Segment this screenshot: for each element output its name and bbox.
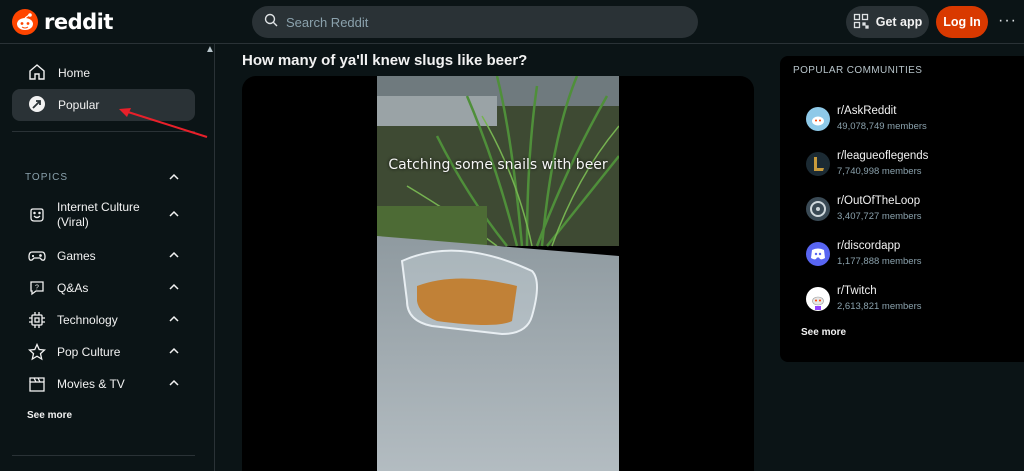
post-media[interactable]: Catching some snails with beer	[242, 76, 754, 471]
see-more-communities-link[interactable]: See more	[801, 327, 846, 338]
divider	[12, 455, 195, 456]
star-icon	[28, 343, 46, 361]
community-name: r/Twitch	[837, 285, 877, 297]
sidebar-item-label: Popular	[58, 98, 100, 112]
topic-label: Games	[57, 248, 96, 263]
divider	[12, 131, 195, 132]
search-icon	[264, 13, 278, 32]
post-title[interactable]: How many of ya'll knew slugs like beer?	[242, 52, 527, 69]
sidebar-item-home[interactable]: Home	[12, 57, 195, 89]
top-bar: reddit Get app Log In ···	[0, 0, 1024, 44]
post-video[interactable]: Catching some snails with beer	[377, 76, 619, 471]
community-members: 3,407,727 members	[837, 211, 922, 222]
topic-technology[interactable]: Technology	[28, 311, 188, 329]
login-button[interactable]: Log In	[936, 6, 988, 38]
left-sidebar: ▲ Home Popular TOPICS Internet Culture (…	[0, 44, 215, 471]
topics-heading: TOPICS	[25, 172, 69, 183]
community-item[interactable]: r/OutOfTheLoop 3,407,727 members	[806, 195, 1006, 225]
topic-label: Movies & TV	[57, 376, 125, 391]
community-members: 1,177,888 members	[837, 256, 922, 267]
topic-label: Internet Culture (Viral)	[57, 200, 140, 229]
chevron-up-icon[interactable]	[168, 345, 180, 360]
brand-name: reddit	[44, 10, 113, 34]
popular-communities-panel: POPULAR COMMUNITIES r/AskReddit 49,078,7…	[780, 56, 1024, 362]
community-name: r/leagueoflegends	[837, 150, 929, 162]
community-item[interactable]: r/AskReddit 49,078,749 members	[806, 105, 1006, 135]
community-item[interactable]: r/leagueoflegends 7,740,998 members	[806, 150, 1006, 180]
askreddit-avatar	[806, 107, 830, 131]
topic-games[interactable]: Games	[28, 247, 188, 265]
collapse-sidebar-icon[interactable]: ▲	[205, 44, 215, 55]
community-members: 7,740,998 members	[837, 166, 922, 177]
video-caption: Catching some snails with beer	[388, 157, 608, 173]
chevron-up-icon[interactable]	[168, 208, 180, 223]
chevron-up-icon[interactable]	[168, 170, 180, 188]
chevron-up-icon[interactable]	[168, 377, 180, 392]
search-bar[interactable]	[252, 6, 698, 38]
topic-internet-culture[interactable]: Internet Culture (Viral)	[28, 200, 188, 230]
topic-movies-tv[interactable]: Movies & TV	[28, 375, 188, 393]
video-frame	[377, 76, 619, 471]
community-item[interactable]: r/discordapp 1,177,888 members	[806, 240, 1006, 270]
community-members: 49,078,749 members	[837, 121, 927, 132]
leagueoflegends-avatar	[806, 152, 830, 176]
community-name: r/AskReddit	[837, 105, 897, 117]
discordapp-avatar	[806, 242, 830, 266]
topic-label: Technology	[57, 312, 118, 327]
topic-label: Q&As	[57, 280, 89, 295]
chip-icon	[28, 311, 46, 329]
topic-pop-culture[interactable]: Pop Culture	[28, 343, 188, 361]
get-app-label: Get app	[875, 15, 923, 29]
topic-label: Pop Culture	[57, 344, 121, 359]
community-item[interactable]: r/Twitch 2,613,821 members	[806, 285, 1006, 315]
clapper-icon	[28, 375, 46, 393]
sidebar-item-label: Home	[58, 66, 91, 80]
svg-text:?: ?	[35, 285, 39, 292]
home-icon	[28, 63, 46, 84]
chevron-up-icon[interactable]	[168, 281, 180, 296]
community-name: r/OutOfTheLoop	[837, 195, 921, 207]
search-input[interactable]	[286, 14, 666, 30]
outoftheloop-avatar	[806, 197, 830, 221]
reddit-snoo-icon	[12, 9, 38, 35]
reddit-logo[interactable]: reddit	[12, 9, 113, 35]
popular-communities-heading: POPULAR COMMUNITIES	[793, 65, 923, 76]
twitch-avatar	[806, 287, 830, 311]
community-members: 2,613,821 members	[837, 301, 922, 312]
qa-icon: ?	[28, 279, 46, 297]
chevron-up-icon[interactable]	[168, 313, 180, 328]
sidebar-item-popular[interactable]: Popular	[12, 89, 195, 121]
topic-qas[interactable]: ? Q&As	[28, 279, 188, 297]
get-app-button[interactable]: Get app	[846, 6, 929, 38]
community-name: r/discordapp	[837, 240, 901, 252]
gamepad-icon	[28, 247, 46, 265]
more-options-icon[interactable]: ···	[998, 12, 1017, 30]
qr-code-icon	[853, 13, 869, 32]
popular-icon	[28, 95, 46, 116]
see-more-topics-link[interactable]: See more	[27, 410, 72, 421]
smile-icon	[28, 206, 46, 224]
chevron-up-icon[interactable]	[168, 249, 180, 264]
